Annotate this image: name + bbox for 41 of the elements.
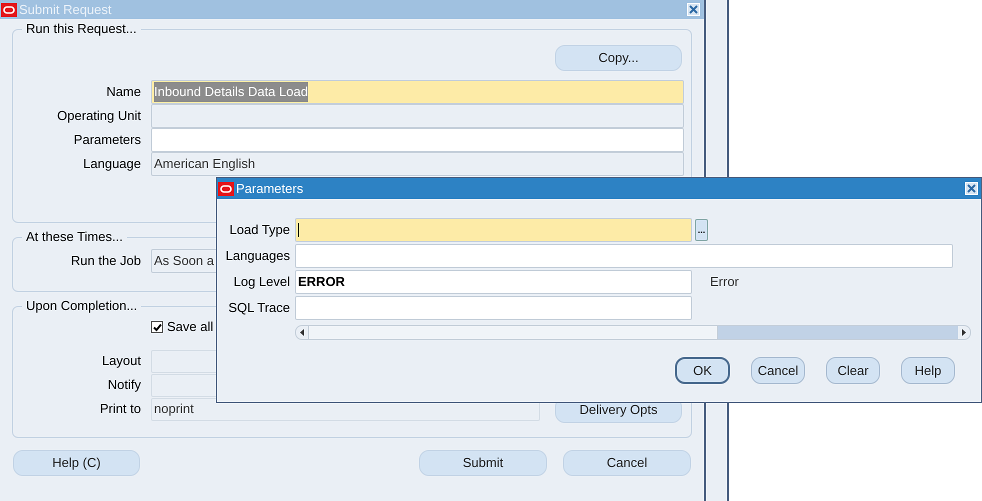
field-label: Load Type bbox=[228, 221, 290, 240]
field-label: Operating Unit bbox=[56, 107, 141, 126]
dialog-button[interactable]: OK bbox=[675, 357, 730, 384]
oracle-logo-icon bbox=[218, 182, 234, 196]
button[interactable]: Cancel bbox=[563, 450, 691, 476]
oracle-logo-icon bbox=[1, 2, 17, 16]
input-field[interactable]: ERROR bbox=[295, 270, 692, 294]
field-label: Run the Job bbox=[70, 252, 141, 270]
close-icon[interactable] bbox=[965, 182, 978, 195]
scrollbar-thumb[interactable] bbox=[308, 326, 718, 339]
check-icon bbox=[152, 322, 162, 332]
field-label: Parameters bbox=[72, 131, 141, 150]
input-field[interactable] bbox=[295, 218, 692, 242]
dialog-button[interactable]: Clear bbox=[826, 357, 880, 384]
ellipsis-button[interactable]: ... bbox=[695, 219, 708, 241]
checkbox-label: Save all bbox=[167, 318, 214, 336]
button[interactable]: Help (C) bbox=[13, 450, 140, 476]
window-title: Submit Request bbox=[19, 0, 112, 19]
input-field[interactable]: American English bbox=[151, 152, 684, 176]
group-title: Run this Request... bbox=[22, 21, 141, 37]
dialog-button[interactable]: Help bbox=[901, 357, 955, 384]
input-field[interactable] bbox=[151, 104, 684, 128]
field-label: Name bbox=[105, 83, 141, 102]
field-label: Language bbox=[82, 155, 141, 174]
checkbox[interactable] bbox=[151, 321, 163, 333]
close-icon[interactable] bbox=[687, 3, 700, 16]
dialog-title: Parameters bbox=[236, 180, 304, 198]
input-field[interactable] bbox=[295, 244, 953, 268]
field-description: Error bbox=[710, 273, 739, 292]
dialog-button[interactable]: Cancel bbox=[751, 357, 805, 384]
input-field[interactable] bbox=[151, 128, 684, 152]
input-field[interactable] bbox=[295, 296, 692, 320]
field-label: SQL Trace bbox=[227, 299, 290, 318]
group-title: Upon Completion... bbox=[22, 298, 142, 314]
horizontal-scrollbar[interactable] bbox=[295, 325, 971, 340]
button[interactable]: Submit bbox=[419, 450, 547, 476]
field-label: Print to bbox=[98, 400, 141, 418]
field-label: Layout bbox=[100, 352, 141, 370]
button[interactable]: Copy... bbox=[555, 45, 682, 71]
field-label: Notify bbox=[106, 376, 141, 394]
field-label: Log Level bbox=[232, 273, 290, 292]
